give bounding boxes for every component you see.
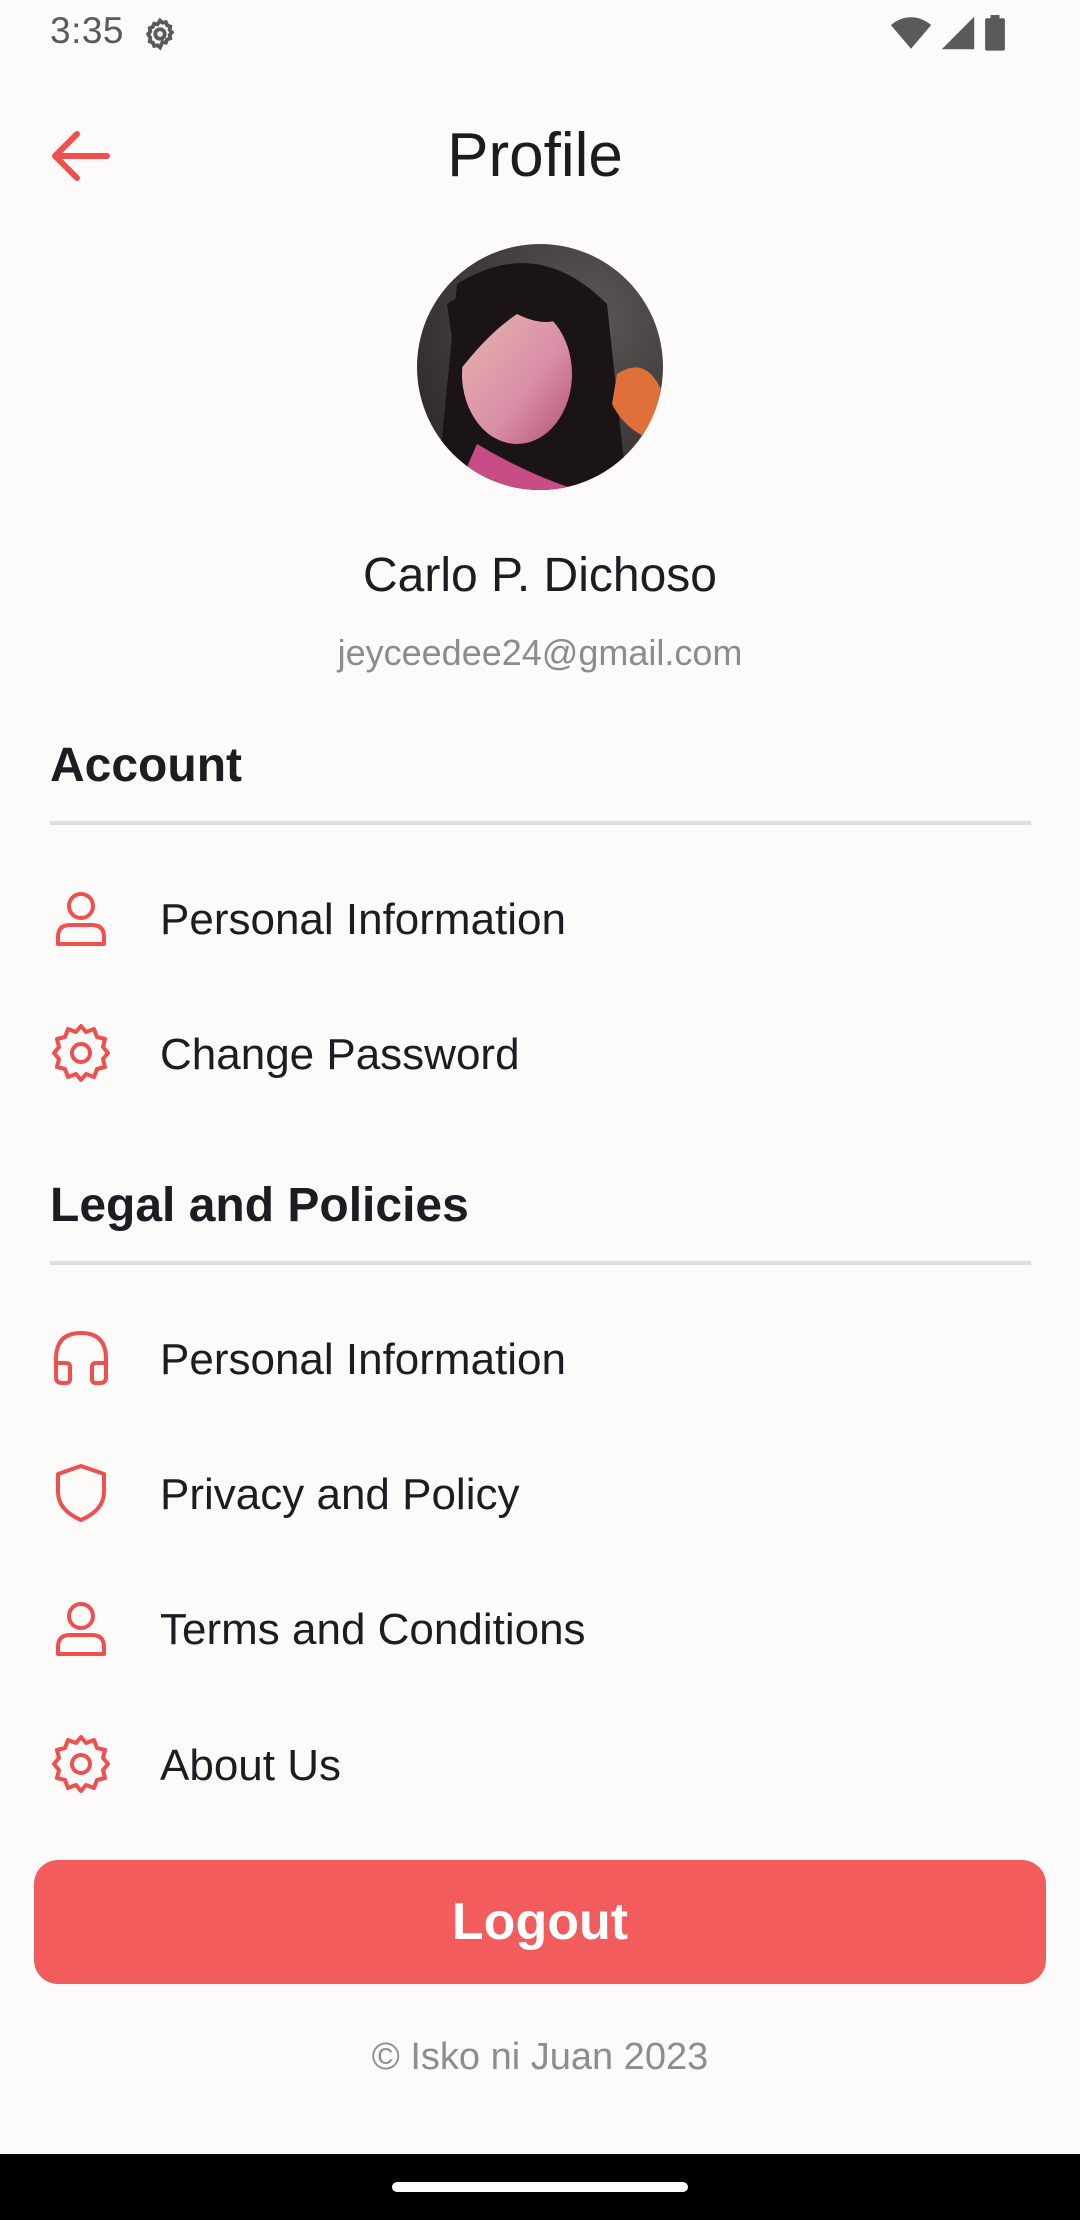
menu-item-label: Terms and Conditions [160, 1605, 586, 1654]
user-email: jeyceedee24@gmail.com [337, 632, 743, 673]
user-icon [56, 1602, 106, 1656]
divider [50, 821, 1031, 825]
menu-item-personal-information-legal[interactable]: Personal Information [0, 1302, 1080, 1414]
section-title-legal-and-policies: Legal and Policies [50, 1179, 469, 1232]
battery-icon [985, 15, 1005, 51]
divider [50, 1261, 1031, 1265]
status-bar: 3:35 [0, 0, 1080, 66]
menu-item-change-password[interactable]: Change Password [0, 997, 1080, 1109]
menu-item-privacy-and-policy[interactable]: Privacy and Policy [0, 1437, 1080, 1549]
logout-button[interactable]: Logout [34, 1860, 1046, 1984]
menu-item-label: Privacy and Policy [160, 1470, 520, 1519]
signal-icon [941, 16, 975, 50]
menu-item-personal-information[interactable]: Personal Information [0, 862, 1080, 974]
home-gesture-handle[interactable] [392, 2182, 688, 2192]
menu-item-label: Personal Information [160, 1335, 566, 1384]
menu-item-label: Change Password [160, 1030, 520, 1079]
menu-item-label: Personal Information [160, 895, 566, 944]
avatar-photo [417, 244, 663, 490]
user-icon [56, 892, 106, 946]
app-header: Profile [0, 66, 1080, 246]
avatar[interactable] [417, 244, 663, 490]
menu-item-label: About Us [160, 1741, 341, 1790]
copyright-text: © Isko ni Juan 2023 [371, 2036, 709, 2078]
settings-icon [145, 17, 175, 51]
system-nav-bar [0, 2154, 1080, 2220]
headphones-icon [54, 1330, 108, 1385]
wifi-icon [890, 17, 932, 49]
page-title: Profile [447, 121, 623, 190]
menu-item-about-us[interactable]: About Us [0, 1708, 1080, 1820]
status-time: 3:35 [50, 10, 125, 51]
menu-item-terms-and-conditions[interactable]: Terms and Conditions [0, 1572, 1080, 1684]
section-title-account: Account [50, 739, 242, 792]
gear-icon [52, 1735, 110, 1793]
user-name: Carlo P. Dichoso [363, 549, 717, 602]
shield-icon [56, 1464, 106, 1522]
gear-icon [52, 1024, 110, 1082]
